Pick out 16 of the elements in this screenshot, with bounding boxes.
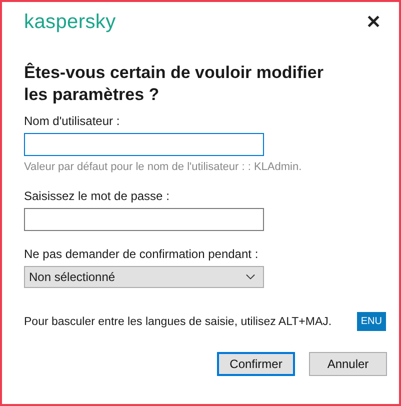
cancel-button[interactable]: Annuler (309, 352, 387, 376)
chevron-down-icon (246, 274, 255, 280)
close-button[interactable]: ✕ (360, 11, 387, 33)
username-field[interactable] (24, 133, 264, 156)
field-label: Nom d'utilisateur : (24, 114, 120, 128)
field-label: Ne pas demander de confirmation pendant : (24, 247, 258, 261)
field-hint: Valeur par défaut pour le nom de l'utilisateur : : KLAdmin. (24, 161, 302, 173)
dropdown[interactable]: Non sélectionné (24, 266, 264, 288)
logo: kaspersky (24, 10, 116, 34)
confirm-button[interactable]: Confirmer (217, 352, 295, 376)
dropdown-value: Non sélectionné (29, 270, 116, 284)
language-indicator: ENU (356, 312, 386, 331)
field-label: Saisissez le mot de passe : (24, 189, 170, 203)
keyboard-hint: Pour basculer entre les langues de saisie, utilisez ALT+MAJ. (24, 316, 332, 328)
dialog-title: Êtes-vous certain de vouloir modifier les paramètres ? (24, 62, 324, 106)
password-field[interactable] (24, 208, 264, 231)
